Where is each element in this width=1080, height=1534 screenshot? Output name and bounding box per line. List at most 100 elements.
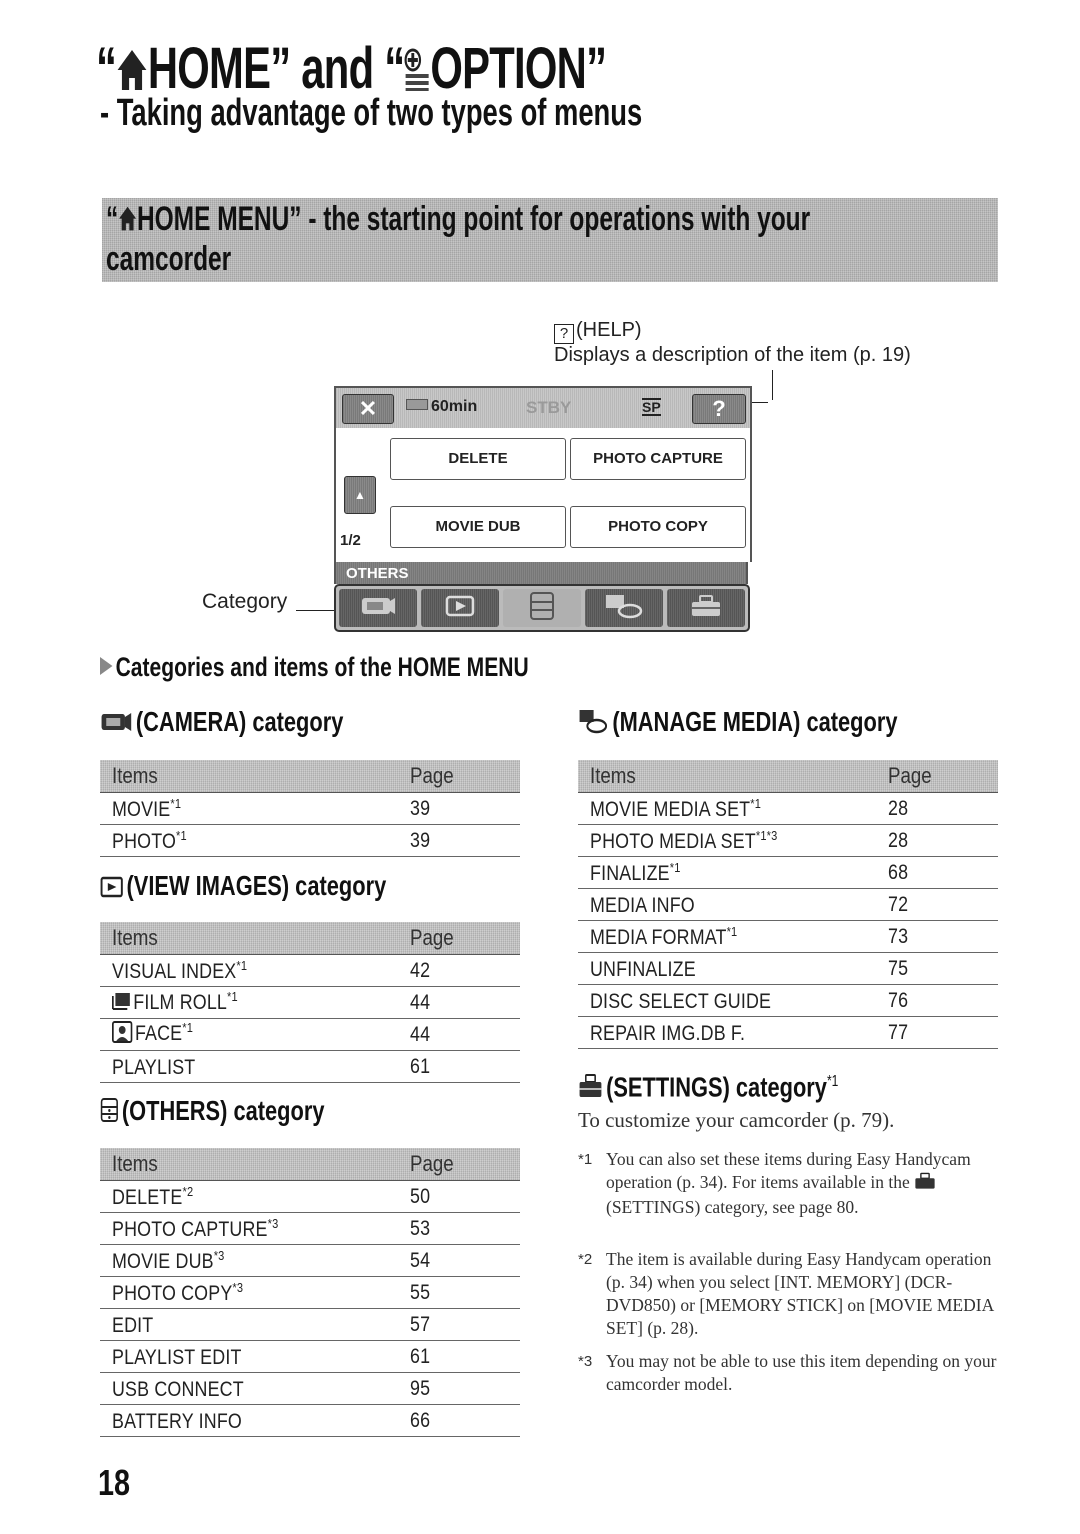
- settings-icon: [578, 1073, 603, 1106]
- camera-icon: [100, 709, 133, 741]
- header-text: Page: [410, 763, 454, 788]
- footnote-mark: *2: [578, 1251, 593, 1268]
- page-number: 18: [98, 1462, 131, 1503]
- page-cell: 77: [888, 1016, 998, 1049]
- page-column-header: Page: [888, 760, 998, 793]
- page-cell: 66: [410, 1404, 520, 1437]
- tab-settings[interactable]: [667, 589, 745, 627]
- item-cell: REPAIR IMG.DB F.: [578, 1016, 888, 1049]
- view-images-items-table: Items Page VISUAL INDEX*1 42 FILM ROLL*1 44 F…: [100, 922, 520, 1083]
- item-name: VISUAL INDEX: [112, 959, 237, 983]
- item-cell: PLAYLIST: [100, 1050, 410, 1083]
- footnote-ref: *3: [267, 1215, 279, 1231]
- page-number-value: 50: [410, 1184, 431, 1208]
- footnote-ref: *3: [213, 1247, 225, 1263]
- tab-view-images[interactable]: [421, 589, 499, 627]
- close-button[interactable]: ✕: [342, 394, 394, 424]
- tab-manage-media[interactable]: [585, 589, 663, 627]
- page-cell: 53: [410, 1212, 520, 1245]
- footnote-ref: *1: [669, 859, 681, 875]
- page-number-value: 76: [888, 988, 909, 1012]
- item-name: PHOTO: [112, 829, 177, 853]
- item-name: DELETE: [112, 1185, 183, 1209]
- item-text-wrap: BATTERY INFO: [112, 1408, 242, 1434]
- table-row: VISUAL INDEX*1 42: [100, 954, 520, 987]
- item-cell: VISUAL INDEX*1: [100, 954, 410, 987]
- item-cell: PHOTO*1: [100, 824, 410, 857]
- items-column-header: Items: [578, 760, 888, 793]
- header-text: Items: [112, 763, 158, 788]
- page-cell: 76: [888, 984, 998, 1017]
- manage-media-icon: [604, 593, 644, 624]
- item-text-wrap: MEDIA INFO: [590, 892, 695, 918]
- item-name: USB CONNECT: [112, 1377, 244, 1401]
- category-caption: Category: [202, 590, 288, 613]
- item-text-wrap: MOVIE MEDIA SET*1: [590, 796, 761, 822]
- battery-time: 60min: [431, 398, 478, 415]
- tab-camera[interactable]: [339, 589, 417, 627]
- footnote-mark: *3: [578, 1353, 593, 1370]
- item-name: DISC SELECT GUIDE: [590, 989, 772, 1013]
- help-leader-line: [772, 370, 773, 400]
- menu-item-photo-copy[interactable]: PHOTO COPY: [570, 506, 746, 548]
- page-number-value: 57: [410, 1312, 431, 1336]
- banner-line-2: camcorder: [106, 240, 232, 279]
- face-icon: [112, 1020, 133, 1049]
- page-cell: 42: [410, 954, 520, 987]
- tab-others[interactable]: [503, 589, 581, 627]
- battery-indicator: 60min: [406, 398, 477, 416]
- header-text: Items: [112, 925, 158, 950]
- section-heading: Categories and items of the HOME MENU: [100, 652, 529, 683]
- item-text-wrap: FILM ROLL*1: [112, 989, 238, 1015]
- page-cell: 39: [410, 824, 520, 857]
- page-number-value: 44: [410, 990, 431, 1014]
- heading-text: (SETTINGS) category: [606, 1071, 827, 1103]
- item-text-wrap: PLAYLIST: [112, 1054, 195, 1080]
- camera-icon: [360, 595, 396, 622]
- page-cell: 55: [410, 1276, 520, 1309]
- menu-item-photo-capture[interactable]: PHOTO CAPTURE: [570, 438, 746, 480]
- page-column-header: Page: [410, 922, 520, 955]
- footnote-ref: *2: [182, 1183, 194, 1199]
- page-cell: 57: [410, 1308, 520, 1341]
- lcd-status-bar: ✕ 60min STBY SP ?: [334, 386, 752, 430]
- menu-item-delete[interactable]: DELETE: [390, 438, 566, 480]
- footnote-mark: *1: [578, 1151, 593, 1168]
- lcd-home-menu-screen: ✕ 60min STBY SP ? ▲ 1/2 ▼ DELETE PHOTO C…: [334, 386, 752, 634]
- page-cell: 28: [888, 792, 998, 825]
- others-category-heading: (OTHERS) category: [100, 1095, 325, 1130]
- item-text-wrap: REPAIR IMG.DB F.: [590, 1020, 745, 1046]
- lcd-menu-area: ▲ 1/2 ▼ DELETE PHOTO CAPTURE MOVIE DUB P…: [334, 428, 752, 600]
- page-number-value: 28: [888, 828, 909, 852]
- banner-line-1: HOME MENU” - the starting point for oper…: [136, 200, 811, 238]
- table-row: FINALIZE*1 68: [578, 856, 998, 889]
- table-header-row: Items Page: [578, 760, 998, 793]
- items-column-header: Items: [100, 1148, 410, 1181]
- banner-text: “ HOME MENU” - the starting point for ope…: [106, 200, 970, 278]
- table-row: MEDIA FORMAT*1 73: [578, 920, 998, 953]
- view-images-icon: [445, 595, 475, 622]
- help-box-icon: ?: [554, 324, 574, 344]
- table-row: REPAIR IMG.DB F. 77: [578, 1016, 998, 1049]
- page-cell: 72: [888, 888, 998, 921]
- item-text-wrap: DELETE*2: [112, 1184, 193, 1210]
- page-number-value: 75: [888, 956, 909, 980]
- items-column-header: Items: [100, 760, 410, 793]
- page-number-value: 44: [410, 1022, 431, 1046]
- item-name: PLAYLIST EDIT: [112, 1345, 242, 1369]
- item-cell: MEDIA FORMAT*1: [578, 920, 888, 953]
- menu-item-movie-dub[interactable]: MOVIE DUB: [390, 506, 566, 548]
- view-images-icon: [100, 873, 123, 905]
- item-text-wrap: FINALIZE*1: [590, 860, 681, 886]
- item-name: EDIT: [112, 1313, 154, 1337]
- item-text-wrap: PHOTO MEDIA SET*1*3: [590, 828, 777, 854]
- manage-media-icon: [578, 708, 609, 741]
- footnote-ref: *1: [236, 957, 248, 973]
- scroll-up-button[interactable]: ▲: [344, 476, 376, 514]
- item-name: MOVIE MEDIA SET: [590, 797, 751, 821]
- help-button[interactable]: ?: [692, 394, 746, 424]
- camera-category-heading: (CAMERA) category: [100, 706, 343, 741]
- footnote-text: (SETTINGS) category, see page 80.: [606, 1196, 859, 1217]
- table-header-row: Items Page: [100, 922, 520, 955]
- help-annotation-label: ? (HELP): [554, 318, 642, 344]
